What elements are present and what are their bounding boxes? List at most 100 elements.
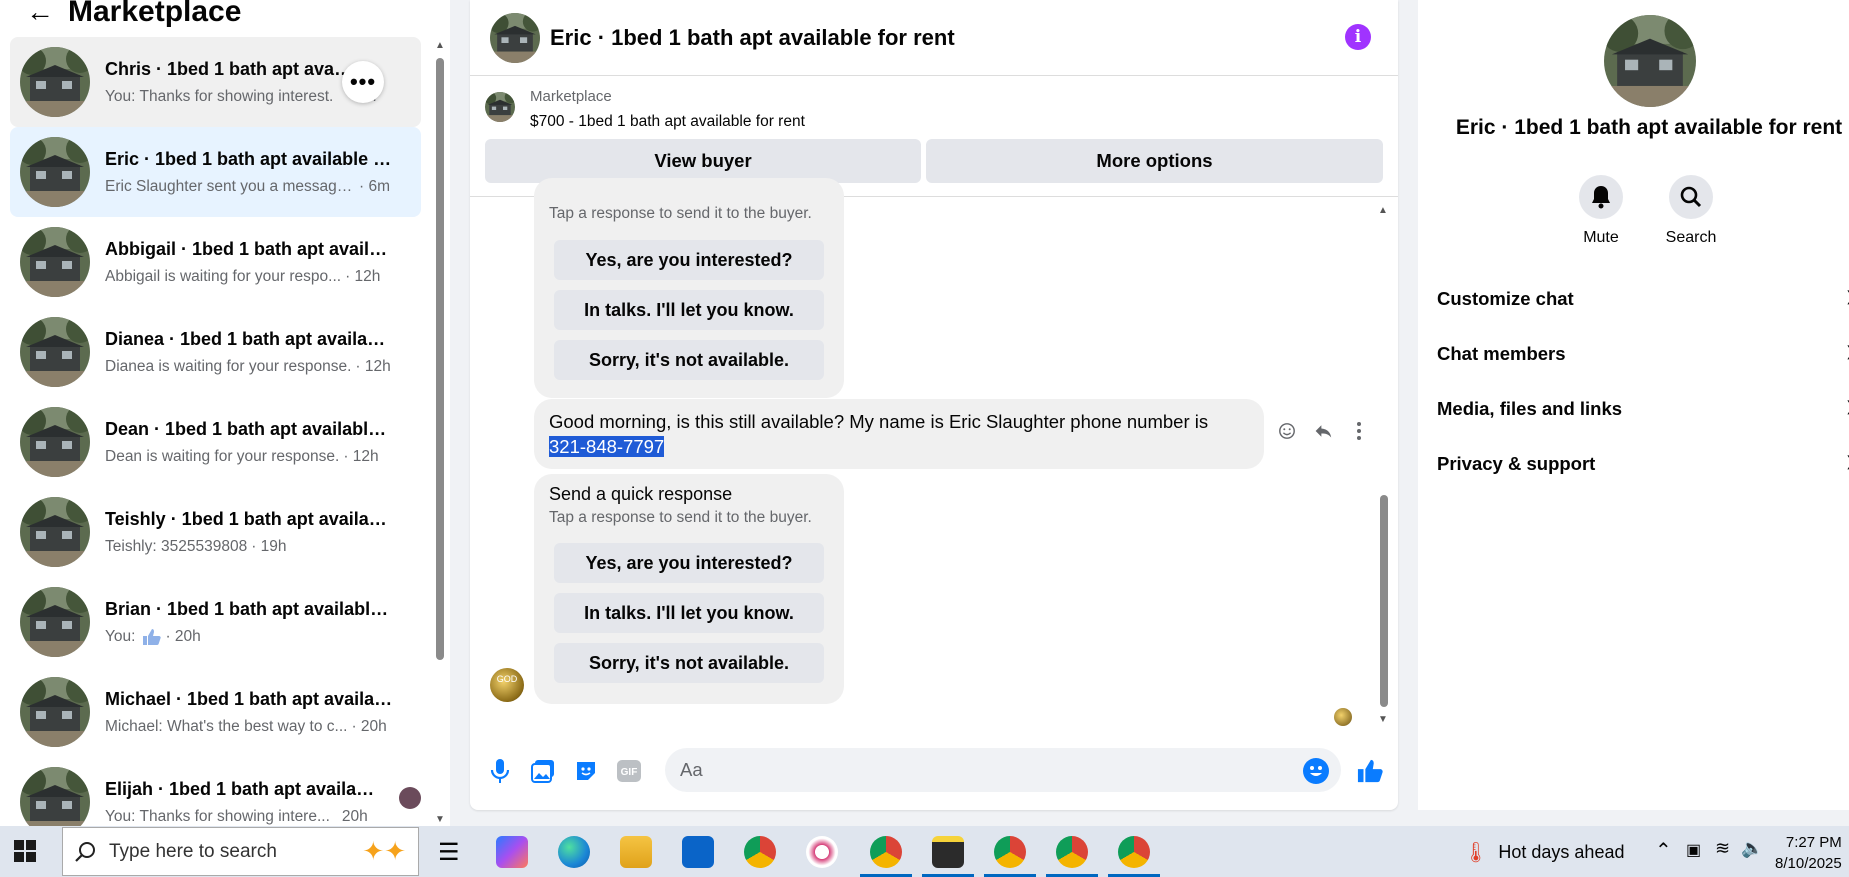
like-icon[interactable] (1357, 758, 1383, 784)
snipping-tool-icon[interactable] (806, 836, 838, 868)
listing-avatar (20, 137, 90, 207)
back-arrow-icon[interactable]: ← (22, 0, 58, 30)
conversation-snippet: Abbigail is waiting for your respo... (105, 267, 342, 285)
volume-muted-icon[interactable]: 🔈 (1741, 838, 1763, 859)
more-vertical-icon[interactable] (1350, 420, 1368, 442)
scrollbar-thumb[interactable] (1380, 495, 1388, 707)
meet-icon[interactable]: ▣ (1686, 840, 1701, 860)
sidebar-title: Marketplace (68, 0, 242, 28)
quick-reply-button[interactable]: Yes, are you interested? (554, 543, 824, 583)
weather-widget[interactable]: 🌡 Hot days ahead (1463, 840, 1624, 865)
system-clock[interactable]: 7:27 PM 8/10/2025 (1775, 832, 1842, 874)
conversation-name: Michael · 1bed 1 bath apt available for … (105, 688, 395, 709)
microphone-icon[interactable] (487, 758, 513, 784)
conversation-item[interactable]: Brian · 1bed 1 bath apt available for re… (10, 577, 421, 667)
chevron-down-icon: ❯ (1845, 343, 1849, 365)
quick-reply-button[interactable]: Sorry, it's not available. (554, 340, 824, 380)
search-button[interactable]: Search (1651, 175, 1731, 247)
conversation-snippet: Teishly: 3525539808 (105, 537, 248, 555)
conversation-item[interactable]: Teishly · 1bed 1 bath apt available for … (10, 487, 421, 577)
conversation-time: · 12h (355, 357, 391, 375)
quick-reply-button[interactable]: Yes, are you interested? (554, 240, 824, 280)
read-receipt-avatar (399, 787, 421, 809)
conversation-item[interactable]: Dean · 1bed 1 bath apt available for ren… (10, 397, 421, 487)
media-files-links-section[interactable]: Media, files and links ❯ (1437, 398, 1849, 420)
quick-reply-title: Send a quick response (549, 484, 733, 504)
conversation-item[interactable]: Chris · 1bed 1 bath apt available for re… (10, 37, 421, 127)
conversation-name: Elijah · 1bed 1 bath apt available for r… (105, 778, 375, 799)
message-input[interactable]: Aa (665, 748, 1341, 792)
chat-members-section[interactable]: Chat members ❯ (1437, 343, 1849, 365)
section-label: Chat members (1437, 343, 1566, 364)
reply-icon[interactable] (1314, 420, 1332, 442)
conversation-name: Abbigail · 1bed 1 bath apt available for… (105, 238, 395, 259)
listing-thumbnail (485, 92, 515, 122)
quick-reply-subtitle: Tap a response to send it to the buyer. (549, 205, 812, 222)
conversation-name: Eric · 1bed 1 bath apt available for ren… (105, 148, 395, 169)
copilot-icon[interactable] (496, 836, 528, 868)
message-bubble[interactable]: Good morning, is this still available? M… (534, 399, 1264, 469)
conversation-snippet: Dianea is waiting for your response. (105, 357, 352, 375)
quick-reply-button[interactable]: In talks. I'll let you know. (554, 593, 824, 633)
chat-header: Eric · 1bed 1 bath apt available for ren… (470, 0, 1398, 76)
mute-button[interactable]: Mute (1561, 175, 1641, 247)
chrome-profile-icon[interactable] (1118, 836, 1150, 868)
chrome-profile-icon[interactable] (994, 836, 1026, 868)
gif-icon[interactable]: GIF (616, 758, 642, 784)
photo-icon[interactable] (530, 758, 556, 784)
listing-avatar (20, 587, 90, 657)
conversation-item-active[interactable]: Eric · 1bed 1 bath apt available for ren… (10, 127, 421, 217)
taskbar-search[interactable]: Type here to search ✦✦ (62, 827, 419, 876)
chevron-up-icon[interactable]: ⌃ (1655, 838, 1672, 863)
task-view-icon[interactable]: ☰ (438, 838, 460, 867)
sticky-notes-icon[interactable] (932, 836, 964, 868)
conversation-item[interactable]: Elijah · 1bed 1 bath apt available for r… (10, 757, 421, 826)
message-thread: Tap a response to send it to the buyer. … (470, 178, 1398, 728)
edge-icon[interactable] (558, 836, 590, 868)
conversation-time: · 20h (165, 627, 201, 645)
windows-start-icon[interactable] (14, 840, 36, 862)
scroll-down-icon[interactable]: ▼ (1378, 714, 1388, 725)
customize-chat-section[interactable]: Customize chat ❯ (1437, 288, 1849, 310)
message-phone-selected[interactable]: 321-848-7797 (549, 436, 665, 457)
listing-avatar (20, 407, 90, 477)
react-icon[interactable] (1278, 420, 1296, 442)
conversation-item[interactable]: Abbigail · 1bed 1 bath apt available for… (10, 217, 421, 307)
conversation-item[interactable]: Dianea · 1bed 1 bath apt available for r… (10, 307, 421, 397)
file-explorer-icon[interactable] (620, 836, 652, 868)
sidebar-scrollbar[interactable]: ▲ ▼ (434, 40, 446, 825)
more-options-button[interactable]: More options (926, 139, 1383, 183)
wifi-icon[interactable]: ≋ (1715, 838, 1730, 859)
chat-title[interactable]: Eric · 1bed 1 bath apt available for ren… (550, 25, 955, 51)
sender-avatar[interactable]: GOD (490, 668, 524, 702)
scroll-up-icon[interactable]: ▲ (1378, 205, 1388, 216)
sparkle-icon: ✦✦ (362, 836, 406, 866)
section-label: Customize chat (1437, 288, 1574, 309)
conversation-snippet: You: (105, 627, 136, 645)
listing-avatar (20, 317, 90, 387)
outlook-icon[interactable] (682, 836, 714, 868)
emoji-icon[interactable] (1303, 758, 1329, 784)
scroll-down-icon[interactable]: ▼ (435, 814, 445, 825)
chrome-profile-icon[interactable] (1056, 836, 1088, 868)
listing-title[interactable]: $700 - 1bed 1 bath apt available for ren… (530, 113, 805, 131)
conversation-snippet: Dean is waiting for your response. (105, 447, 340, 465)
view-buyer-button[interactable]: View buyer (485, 139, 921, 183)
sticker-icon[interactable] (573, 758, 599, 784)
chrome-icon[interactable] (744, 836, 776, 868)
more-icon[interactable]: ••• (342, 61, 384, 103)
quick-reply-button[interactable]: Sorry, it's not available. (554, 643, 824, 683)
sidebar-header: ← Marketplace (22, 0, 241, 32)
chat-panel: Eric · 1bed 1 bath apt available for ren… (470, 0, 1398, 810)
scrollbar-thumb[interactable] (436, 58, 444, 660)
privacy-support-section[interactable]: Privacy & support ❯ (1437, 453, 1849, 475)
conversation-item[interactable]: Michael · 1bed 1 bath apt available for … (10, 667, 421, 757)
message-composer: GIF Aa (470, 740, 1398, 800)
chat-avatar[interactable] (490, 13, 540, 63)
quick-reply-button[interactable]: In talks. I'll let you know. (554, 290, 824, 330)
search-icon (75, 841, 95, 862)
chat-scrollbar[interactable]: ▲ ▼ (1378, 205, 1390, 725)
chrome-profile-icon[interactable] (870, 836, 902, 868)
info-icon[interactable]: i (1345, 24, 1371, 50)
scroll-up-icon[interactable]: ▲ (435, 40, 445, 51)
